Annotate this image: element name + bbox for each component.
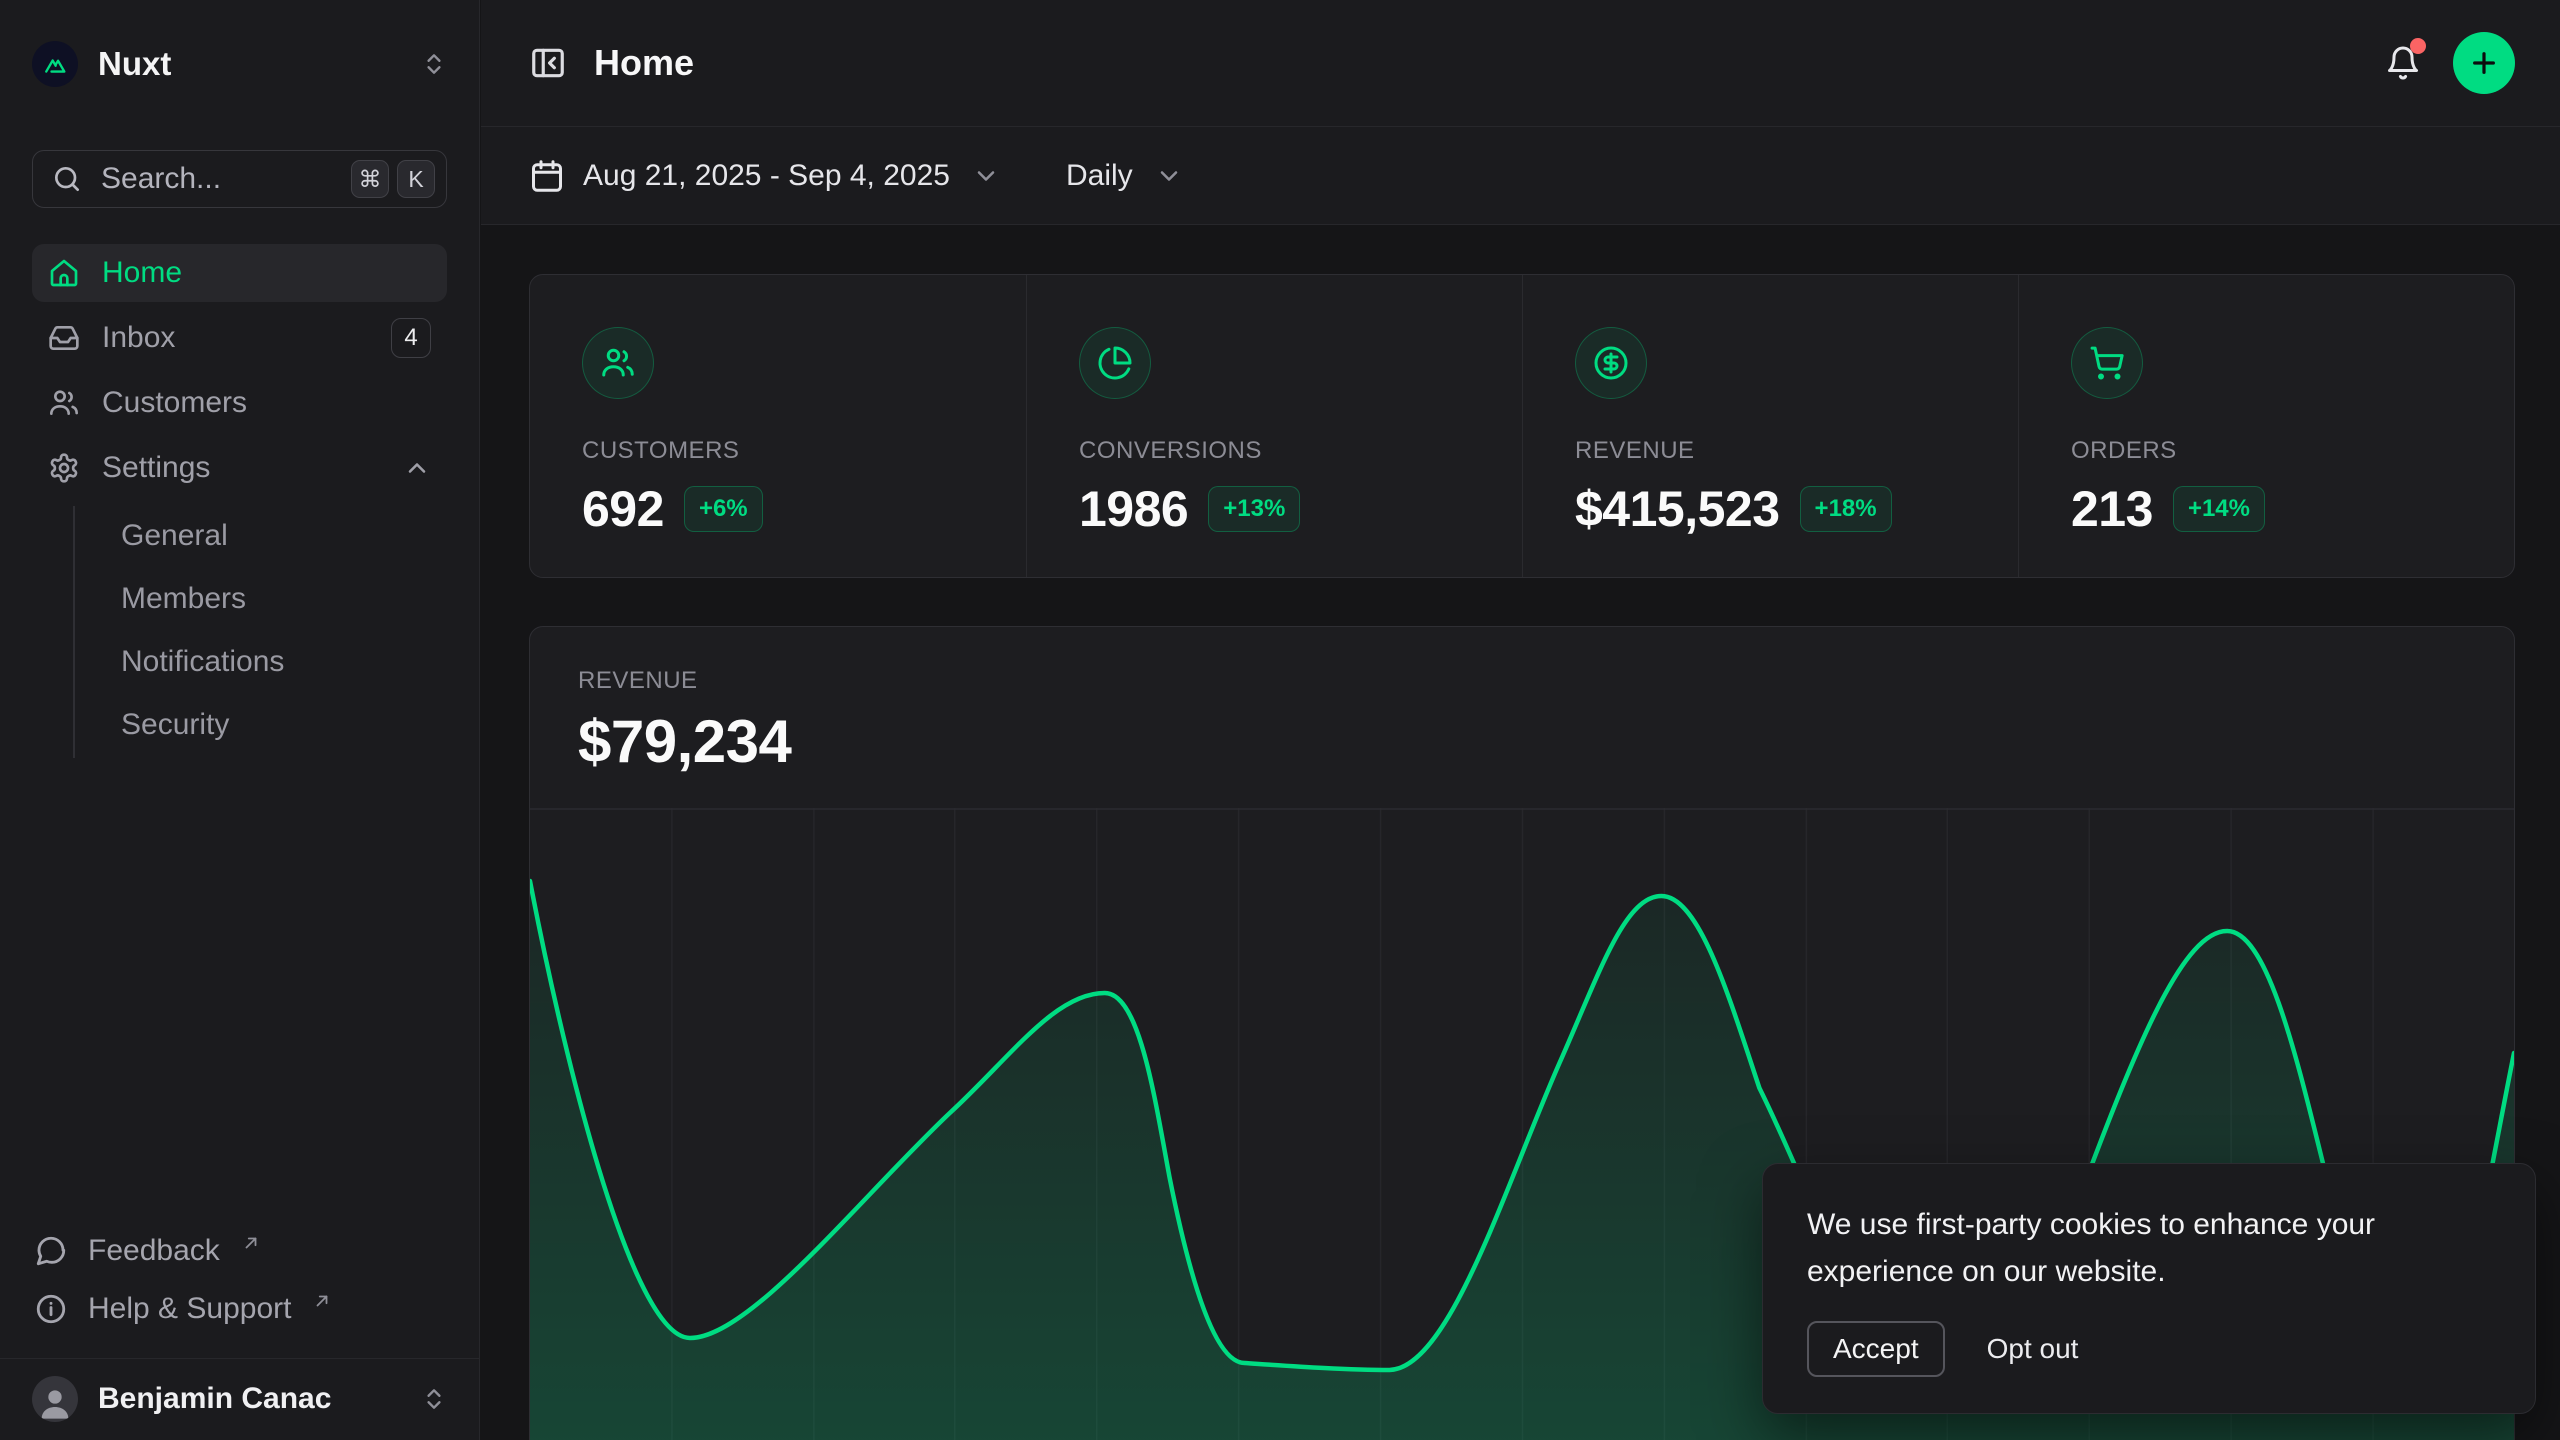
sidebar-item-security[interactable]: Security	[105, 695, 447, 755]
stat-delta-badge: +18%	[1800, 486, 1892, 532]
filters-toolbar: Aug 21, 2025 - Sep 4, 2025 Daily	[481, 127, 2560, 225]
stat-revenue: REVENUE $415,523 +18%	[1522, 275, 2018, 577]
revenue-chart-value: $79,234	[578, 707, 2466, 776]
date-range-label: Aug 21, 2025 - Sep 4, 2025	[583, 159, 950, 193]
calendar-icon	[529, 158, 565, 194]
accept-cookies-button[interactable]: Accept	[1807, 1321, 1945, 1377]
notification-dot	[2410, 38, 2426, 54]
granularity-label: Daily	[1066, 159, 1133, 193]
notifications-button[interactable]	[2385, 45, 2421, 81]
external-link-icon	[313, 1292, 331, 1310]
pie-chart-icon	[1079, 327, 1151, 399]
users-icon	[582, 327, 654, 399]
plus-icon	[2468, 47, 2500, 79]
stat-value: 213	[2071, 480, 2153, 538]
user-menu[interactable]: Benjamin Canac	[32, 1376, 447, 1422]
chevron-down-icon	[972, 162, 1000, 190]
gear-icon	[48, 452, 80, 484]
stat-label: ORDERS	[2071, 437, 2462, 465]
feedback-link[interactable]: Feedback	[32, 1222, 447, 1280]
sidebar: Nuxt Search... ⌘ K Home Inbox 4	[0, 0, 480, 1440]
search-placeholder: Search...	[101, 162, 221, 196]
sidebar-item-label: Home	[102, 256, 182, 290]
search-input[interactable]: Search... ⌘ K	[32, 150, 447, 208]
cookie-actions: Accept Opt out	[1807, 1321, 2491, 1377]
stat-conversions: CONVERSIONS 1986 +13%	[1026, 275, 1522, 577]
external-link-icon	[242, 1234, 260, 1252]
team-switcher-row: Nuxt	[0, 0, 479, 127]
sidebar-item-label: Settings	[102, 451, 210, 485]
opt-out-button[interactable]: Opt out	[1987, 1333, 2079, 1365]
sidebar-item-members[interactable]: Members	[105, 569, 447, 629]
add-button[interactable]	[2453, 32, 2515, 94]
message-bubble-icon	[34, 1234, 68, 1268]
revenue-chart-label: REVENUE	[578, 667, 2466, 695]
kbd-meta: ⌘	[351, 160, 389, 198]
help-support-link[interactable]: Help & Support	[32, 1280, 447, 1338]
avatar	[32, 1376, 78, 1422]
stat-delta-badge: +6%	[684, 486, 763, 532]
stat-delta-badge: +13%	[1208, 486, 1300, 532]
sidebar-item-home[interactable]: Home	[32, 244, 447, 302]
granularity-select[interactable]: Daily	[1066, 159, 1183, 193]
inbox-icon	[48, 322, 80, 354]
search-icon	[51, 163, 83, 195]
cookie-banner: We use first-party cookies to enhance yo…	[1762, 1163, 2536, 1414]
footer-item-label: Help & Support	[88, 1292, 291, 1326]
stat-value: $415,523	[1575, 480, 1780, 538]
stat-orders: ORDERS 213 +14%	[2018, 275, 2514, 577]
sidebar-item-settings[interactable]: Settings	[32, 439, 447, 497]
circle-dollar-icon	[1575, 327, 1647, 399]
stat-value: 692	[582, 480, 664, 538]
stat-label: CONVERSIONS	[1079, 437, 1470, 465]
stats-card: CUSTOMERS 692 +6% CONVERSIONS 1986 +13%	[529, 274, 2515, 578]
sidebar-item-label: Customers	[102, 386, 247, 420]
settings-sub-list: General Members Notifications Security	[73, 506, 447, 758]
sub-item-label: Members	[121, 582, 246, 616]
sub-item-label: General	[121, 519, 228, 553]
nuxt-logo-icon	[41, 50, 69, 78]
date-range-picker[interactable]: Aug 21, 2025 - Sep 4, 2025	[529, 158, 1000, 194]
header-actions	[2385, 32, 2515, 94]
chevron-up-down-icon	[421, 51, 447, 77]
sub-item-label: Security	[121, 708, 229, 742]
users-icon	[48, 387, 80, 419]
user-name: Benjamin Canac	[98, 1382, 331, 1416]
sidebar-item-general[interactable]: General	[105, 506, 447, 566]
sidebar-item-customers[interactable]: Customers	[32, 374, 447, 432]
sidebar-item-inbox[interactable]: Inbox 4	[32, 309, 447, 367]
stat-value: 1986	[1079, 480, 1188, 538]
cookie-message: We use first-party cookies to enhance yo…	[1807, 1202, 2452, 1295]
search-kbd-hints: ⌘ K	[351, 160, 435, 198]
info-circle-icon	[34, 1292, 68, 1326]
brand-name: Nuxt	[98, 45, 171, 83]
user-block: Benjamin Canac	[0, 1358, 479, 1440]
sidebar-footer: Feedback Help & Support	[0, 1222, 479, 1338]
kbd-k: K	[397, 160, 435, 198]
chevron-down-icon	[1155, 162, 1183, 190]
stat-delta-badge: +14%	[2173, 486, 2265, 532]
person-icon	[35, 1382, 75, 1422]
collapse-sidebar-button[interactable]	[529, 44, 567, 82]
stat-label: REVENUE	[1575, 437, 1966, 465]
home-icon	[48, 257, 80, 289]
sub-item-label: Notifications	[121, 645, 284, 679]
sidebar-nav: Home Inbox 4 Customers Settings General	[0, 244, 479, 758]
revenue-chart-header: REVENUE $79,234	[530, 627, 2514, 776]
panel-left-close-icon	[529, 44, 567, 82]
chevron-up-icon	[403, 454, 431, 482]
sidebar-item-notifications[interactable]: Notifications	[105, 632, 447, 692]
stat-label: CUSTOMERS	[582, 437, 974, 465]
page-title: Home	[594, 42, 694, 84]
chevron-up-down-icon	[421, 1386, 447, 1412]
shopping-cart-icon	[2071, 327, 2143, 399]
team-switcher[interactable]: Nuxt	[32, 41, 171, 87]
page-header: Home	[481, 0, 2560, 127]
footer-item-label: Feedback	[88, 1234, 220, 1268]
stat-customers: CUSTOMERS 692 +6%	[530, 275, 1026, 577]
sidebar-item-label: Inbox	[102, 321, 175, 355]
nuxt-logo	[32, 41, 78, 87]
app-root: Nuxt Search... ⌘ K Home Inbox 4	[0, 0, 2560, 1440]
inbox-count-badge: 4	[391, 318, 431, 358]
